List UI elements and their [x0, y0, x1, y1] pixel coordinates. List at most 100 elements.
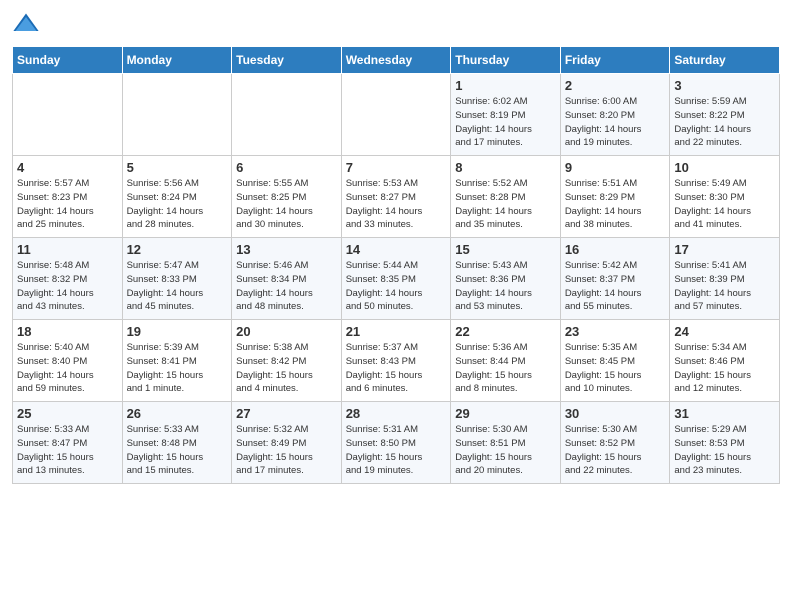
- day-cell: 15 Sunrise: 5:43 AM Sunset: 8:36 PM Dayli…: [451, 238, 561, 320]
- week-row-5: 25Sunrise: 5:33 AM Sunset: 8:47 PM Dayli…: [13, 402, 780, 484]
- day-detail: Sunrise: 5:53 AM Sunset: 8:27 PM Dayligh…: [346, 177, 447, 232]
- day-cell: 30 Sunrise: 5:30 AM Sunset: 8:52 PM Dayli…: [560, 402, 670, 484]
- day-cell: 9 Sunrise: 5:51 AM Sunset: 8:29 PM Daylig…: [560, 156, 670, 238]
- day-detail: Sunrise: 6:00 AM Sunset: 8:20 PM Dayligh…: [565, 95, 666, 150]
- day-detail: Sunrise: 5:30 AM Sunset: 8:52 PM Dayligh…: [565, 423, 666, 478]
- day-cell: [232, 74, 342, 156]
- day-detail: Sunrise: 5:52 AM Sunset: 8:28 PM Dayligh…: [455, 177, 556, 232]
- day-cell: 29 Sunrise: 5:30 AM Sunset: 8:51 PM Dayli…: [451, 402, 561, 484]
- day-cell: 25Sunrise: 5:33 AM Sunset: 8:47 PM Dayli…: [13, 402, 123, 484]
- day-detail: Sunrise: 5:36 AM Sunset: 8:44 PM Dayligh…: [455, 341, 556, 396]
- day-number: 23: [565, 324, 666, 339]
- header-cell-sunday: Sunday: [13, 47, 123, 74]
- day-detail: Sunrise: 5:56 AM Sunset: 8:24 PM Dayligh…: [127, 177, 228, 232]
- day-detail: Sunrise: 6:02 AM Sunset: 8:19 PM Dayligh…: [455, 95, 556, 150]
- header-cell-friday: Friday: [560, 47, 670, 74]
- day-cell: 23 Sunrise: 5:35 AM Sunset: 8:45 PM Dayli…: [560, 320, 670, 402]
- day-cell: 1 Sunrise: 6:02 AM Sunset: 8:19 PM Daylig…: [451, 74, 561, 156]
- day-number: 15: [455, 242, 556, 257]
- day-cell: 3Sunrise: 5:59 AM Sunset: 8:22 PM Daylig…: [670, 74, 780, 156]
- day-detail: Sunrise: 5:48 AM Sunset: 8:32 PM Dayligh…: [17, 259, 118, 314]
- day-cell: 13 Sunrise: 5:46 AM Sunset: 8:34 PM Dayli…: [232, 238, 342, 320]
- day-cell: 18Sunrise: 5:40 AM Sunset: 8:40 PM Dayli…: [13, 320, 123, 402]
- day-number: 30: [565, 406, 666, 421]
- header-cell-saturday: Saturday: [670, 47, 780, 74]
- day-number: 28: [346, 406, 447, 421]
- day-number: 14: [346, 242, 447, 257]
- day-number: 4: [17, 160, 118, 175]
- day-cell: 6 Sunrise: 5:55 AM Sunset: 8:25 PM Daylig…: [232, 156, 342, 238]
- day-detail: Sunrise: 5:46 AM Sunset: 8:34 PM Dayligh…: [236, 259, 337, 314]
- day-cell: 2 Sunrise: 6:00 AM Sunset: 8:20 PM Daylig…: [560, 74, 670, 156]
- day-detail: Sunrise: 5:35 AM Sunset: 8:45 PM Dayligh…: [565, 341, 666, 396]
- day-number: 12: [127, 242, 228, 257]
- day-cell: 26Sunrise: 5:33 AM Sunset: 8:48 PM Dayli…: [122, 402, 232, 484]
- day-cell: 21Sunrise: 5:37 AM Sunset: 8:43 PM Dayli…: [341, 320, 451, 402]
- day-number: 2: [565, 78, 666, 93]
- day-number: 22: [455, 324, 556, 339]
- day-detail: Sunrise: 5:59 AM Sunset: 8:22 PM Dayligh…: [674, 95, 775, 150]
- header-cell-tuesday: Tuesday: [232, 47, 342, 74]
- day-number: 27: [236, 406, 337, 421]
- day-number: 8: [455, 160, 556, 175]
- week-row-1: 1 Sunrise: 6:02 AM Sunset: 8:19 PM Daylig…: [13, 74, 780, 156]
- day-number: 9: [565, 160, 666, 175]
- day-cell: 22 Sunrise: 5:36 AM Sunset: 8:44 PM Dayli…: [451, 320, 561, 402]
- day-number: 16: [565, 242, 666, 257]
- day-cell: 7 Sunrise: 5:53 AM Sunset: 8:27 PM Daylig…: [341, 156, 451, 238]
- day-cell: 20 Sunrise: 5:38 AM Sunset: 8:42 PM Dayli…: [232, 320, 342, 402]
- day-number: 7: [346, 160, 447, 175]
- day-cell: 5 Sunrise: 5:56 AM Sunset: 8:24 PM Daylig…: [122, 156, 232, 238]
- day-detail: Sunrise: 5:42 AM Sunset: 8:37 PM Dayligh…: [565, 259, 666, 314]
- day-detail: Sunrise: 5:33 AM Sunset: 8:47 PM Dayligh…: [17, 423, 118, 478]
- day-number: 20: [236, 324, 337, 339]
- week-row-3: 11Sunrise: 5:48 AM Sunset: 8:32 PM Dayli…: [13, 238, 780, 320]
- day-cell: 8 Sunrise: 5:52 AM Sunset: 8:28 PM Daylig…: [451, 156, 561, 238]
- logo-icon: [12, 10, 40, 38]
- day-cell: [13, 74, 123, 156]
- day-cell: 24Sunrise: 5:34 AM Sunset: 8:46 PM Dayli…: [670, 320, 780, 402]
- calendar-table: SundayMondayTuesdayWednesdayThursdayFrid…: [12, 46, 780, 484]
- day-detail: Sunrise: 5:43 AM Sunset: 8:36 PM Dayligh…: [455, 259, 556, 314]
- day-detail: Sunrise: 5:32 AM Sunset: 8:49 PM Dayligh…: [236, 423, 337, 478]
- day-number: 10: [674, 160, 775, 175]
- day-number: 29: [455, 406, 556, 421]
- day-cell: 27 Sunrise: 5:32 AM Sunset: 8:49 PM Dayli…: [232, 402, 342, 484]
- day-detail: Sunrise: 5:41 AM Sunset: 8:39 PM Dayligh…: [674, 259, 775, 314]
- day-number: 13: [236, 242, 337, 257]
- day-detail: Sunrise: 5:49 AM Sunset: 8:30 PM Dayligh…: [674, 177, 775, 232]
- day-detail: Sunrise: 5:55 AM Sunset: 8:25 PM Dayligh…: [236, 177, 337, 232]
- day-detail: Sunrise: 5:31 AM Sunset: 8:50 PM Dayligh…: [346, 423, 447, 478]
- day-cell: 11Sunrise: 5:48 AM Sunset: 8:32 PM Dayli…: [13, 238, 123, 320]
- day-number: 19: [127, 324, 228, 339]
- day-cell: 19 Sunrise: 5:39 AM Sunset: 8:41 PM Dayli…: [122, 320, 232, 402]
- day-detail: Sunrise: 5:44 AM Sunset: 8:35 PM Dayligh…: [346, 259, 447, 314]
- day-detail: Sunrise: 5:47 AM Sunset: 8:33 PM Dayligh…: [127, 259, 228, 314]
- day-cell: 10 Sunrise: 5:49 AM Sunset: 8:30 PM Dayli…: [670, 156, 780, 238]
- logo: [12, 10, 44, 38]
- day-detail: Sunrise: 5:37 AM Sunset: 8:43 PM Dayligh…: [346, 341, 447, 396]
- day-detail: Sunrise: 5:30 AM Sunset: 8:51 PM Dayligh…: [455, 423, 556, 478]
- day-cell: 31Sunrise: 5:29 AM Sunset: 8:53 PM Dayli…: [670, 402, 780, 484]
- day-cell: 12 Sunrise: 5:47 AM Sunset: 8:33 PM Dayli…: [122, 238, 232, 320]
- day-number: 1: [455, 78, 556, 93]
- day-detail: Sunrise: 5:57 AM Sunset: 8:23 PM Dayligh…: [17, 177, 118, 232]
- header-cell-wednesday: Wednesday: [341, 47, 451, 74]
- day-cell: 28 Sunrise: 5:31 AM Sunset: 8:50 PM Dayli…: [341, 402, 451, 484]
- day-number: 5: [127, 160, 228, 175]
- calendar-header: SundayMondayTuesdayWednesdayThursdayFrid…: [13, 47, 780, 74]
- day-number: 24: [674, 324, 775, 339]
- day-detail: Sunrise: 5:38 AM Sunset: 8:42 PM Dayligh…: [236, 341, 337, 396]
- day-detail: Sunrise: 5:39 AM Sunset: 8:41 PM Dayligh…: [127, 341, 228, 396]
- day-detail: Sunrise: 5:51 AM Sunset: 8:29 PM Dayligh…: [565, 177, 666, 232]
- header-cell-thursday: Thursday: [451, 47, 561, 74]
- day-number: 17: [674, 242, 775, 257]
- week-row-2: 4 Sunrise: 5:57 AM Sunset: 8:23 PM Daylig…: [13, 156, 780, 238]
- day-detail: Sunrise: 5:29 AM Sunset: 8:53 PM Dayligh…: [674, 423, 775, 478]
- day-number: 6: [236, 160, 337, 175]
- day-detail: Sunrise: 5:40 AM Sunset: 8:40 PM Dayligh…: [17, 341, 118, 396]
- day-cell: [122, 74, 232, 156]
- calendar-body: 1 Sunrise: 6:02 AM Sunset: 8:19 PM Daylig…: [13, 74, 780, 484]
- day-cell: 14 Sunrise: 5:44 AM Sunset: 8:35 PM Dayli…: [341, 238, 451, 320]
- day-detail: Sunrise: 5:33 AM Sunset: 8:48 PM Dayligh…: [127, 423, 228, 478]
